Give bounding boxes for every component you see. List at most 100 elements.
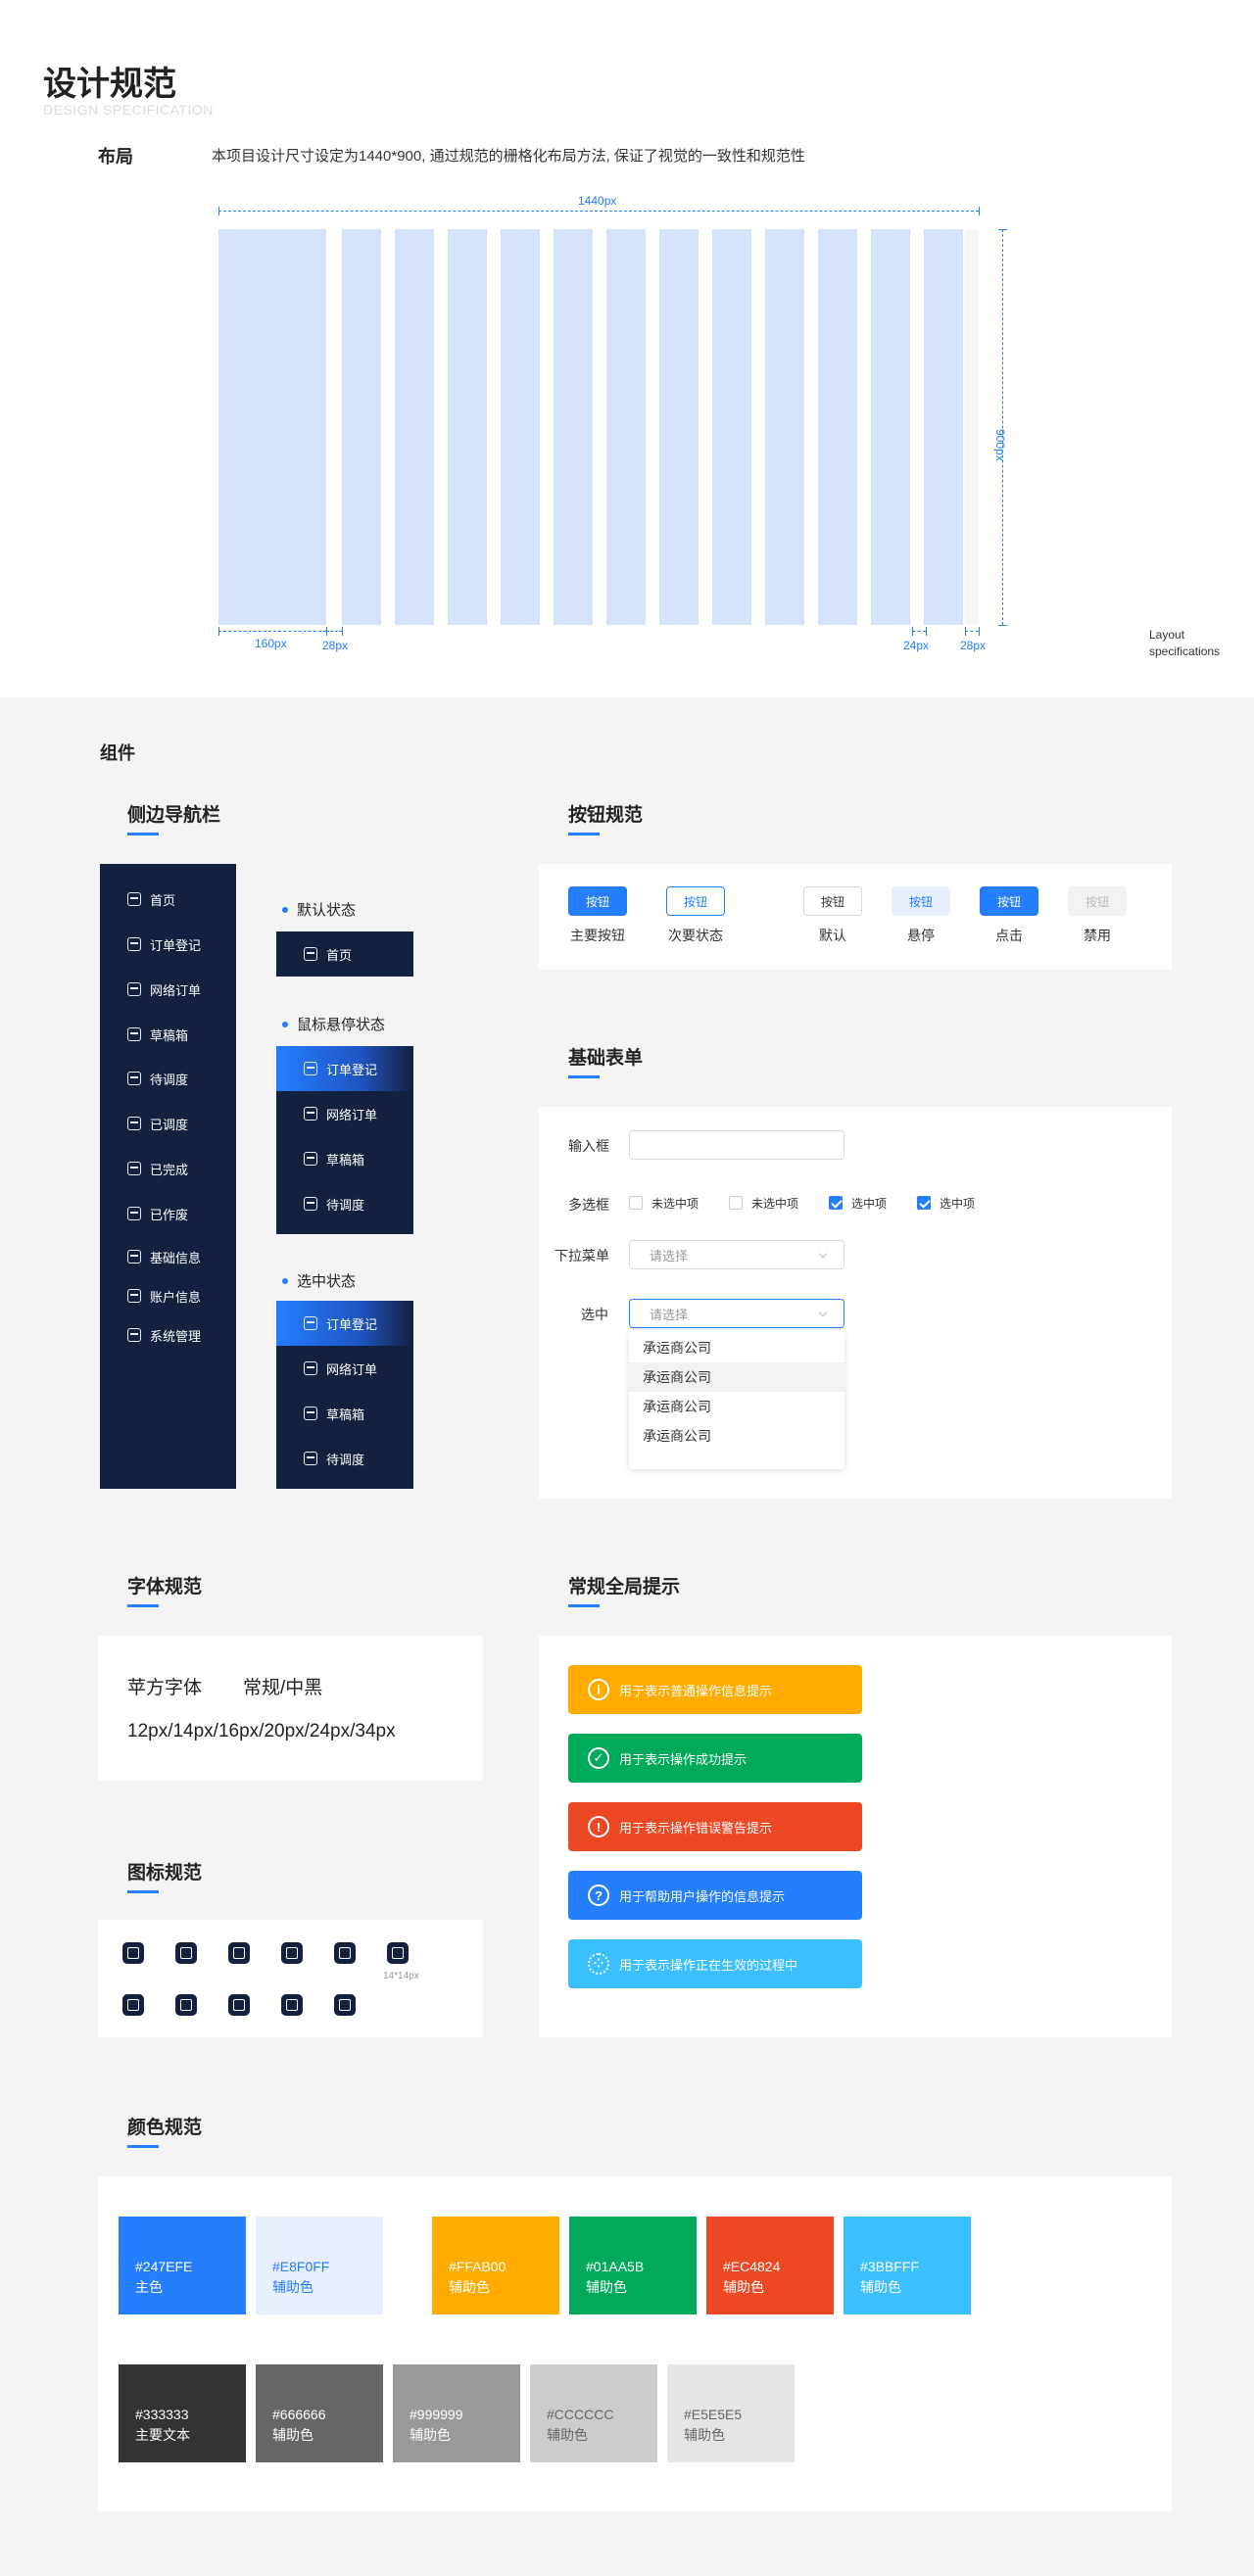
sidebar-item-label: 账户信息 [150,1289,202,1305]
sidebar-item-5[interactable]: 已调度 [127,1113,188,1134]
width-dimension-line [218,211,979,212]
layout-column [606,229,646,625]
icons-panel [98,1920,483,2037]
color-swatch: #FFAB00 辅助色 [432,2217,559,2314]
button-sample-0[interactable]: 按钮 [568,886,627,916]
select-dropdown[interactable]: 请选择 [629,1240,844,1269]
sidebar-item-label: 基础信息 [150,1250,202,1265]
toast-1: ✓ 用于表示操作成功提示 [568,1734,862,1783]
sidebar-width-label: 160px [255,637,287,650]
home-icon [127,892,141,906]
sidebar-item-label: 待调度 [150,1072,189,1087]
doc-icon [304,1107,317,1121]
hover-state-box: 订单登记 网络订单 草稿箱 待调度 [276,1046,413,1234]
dropdown-option[interactable]: 承运商公司 [629,1392,844,1421]
layout-column [342,229,381,625]
checkbox-unchecked-1[interactable] [629,1196,643,1210]
layout-note: Layout specifications [1149,628,1221,658]
text-input[interactable] [629,1130,844,1160]
toast-text: 用于表示操作正在生效的过程中 [619,1957,798,1973]
check-icon: ✓ [588,1747,609,1769]
layout-column [871,229,910,625]
sidebar-selected-item-1[interactable]: 网络订单 [276,1346,413,1391]
toast-4: ⁘ 用于表示操作正在生效的过程中 [568,1939,862,1988]
monitor-icon [387,1942,409,1964]
chevron-down-icon [818,1249,828,1259]
margin-label: 28px [960,639,987,652]
sidebar-hover-item-1[interactable]: 网络订单 [276,1091,413,1136]
sidebar-item-8[interactable]: 基础信息 [127,1246,201,1267]
sidebar-hover-item-2[interactable]: 草稿箱 [276,1136,413,1181]
home-icon [122,1942,144,1964]
layout-column [659,229,699,625]
sidebar-hover-item-0[interactable]: 订单登记 [276,1046,413,1091]
select-dropdown-open[interactable]: 请选择 [629,1299,844,1328]
button-label-2: 默认 [819,928,846,943]
toast-text: 用于帮助用户操作的信息提示 [619,1888,786,1904]
button-sample-2[interactable]: 按钮 [803,886,862,916]
checkbox-label: 多选框 [568,1197,609,1213]
sidebar-item-7[interactable]: 已作废 [127,1203,188,1224]
sidebar-item-4[interactable]: 待调度 [127,1068,188,1089]
sidebar-item-label: 订单登记 [150,937,202,953]
checkbox-checked-2[interactable] [917,1196,931,1210]
sidebar-item-10[interactable]: 系统管理 [127,1324,201,1346]
card-icon [127,1289,141,1303]
color-swatch: #01AA5B 辅助色 [569,2217,697,2314]
doc-icon [304,1062,317,1075]
button-label-5: 禁用 [1084,928,1111,943]
dropdown-option[interactable]: 承运商公司 [629,1362,844,1392]
loading-icon: ⁘ [588,1953,609,1975]
button-sample-4[interactable]: 按钮 [980,886,1038,916]
dropdown-option[interactable]: 承运商公司 [629,1333,844,1362]
dropdown-option[interactable]: 承运商公司 [629,1421,844,1451]
checkbox-checked-1[interactable] [829,1196,843,1210]
button-sample-5[interactable]: 按钮 [1068,886,1127,916]
button-label-3: 悬停 [907,928,935,943]
sidebar-item-3[interactable]: 草稿箱 [127,1024,188,1045]
toast-0: i 用于表示普通操作信息提示 [568,1665,862,1714]
color-swatch: #666666 辅助色 [256,2364,383,2462]
sidebar-item-9[interactable]: 账户信息 [127,1285,201,1307]
list-icon [304,1452,317,1465]
list-icon [334,1942,356,1964]
inbox-icon [304,1407,317,1420]
sidebar-hover-item-3[interactable]: 待调度 [276,1181,413,1226]
layout-column [924,229,963,625]
checkbox-label-1: 未选中项 [651,1197,699,1211]
icons-spec-title: 图标规范 [127,1863,203,1884]
components-label: 组件 [100,743,135,763]
layout-column [448,229,487,625]
selected-state-box: 订单登记 网络订单 草稿箱 待调度 [276,1301,413,1489]
button-label-0: 主要按钮 [570,928,625,943]
sidebar-item-label: 网络订单 [150,982,202,998]
checkbox-unchecked-2[interactable] [729,1196,743,1210]
button-sample-1[interactable]: 按钮 [666,886,725,916]
layout-column [818,229,857,625]
doc-icon [304,1316,317,1330]
height-dimension-line [1002,229,1003,625]
buttons-spec-title: 按钮规范 [568,805,644,826]
sidebar-selected-item-3[interactable]: 待调度 [276,1436,413,1481]
sidebar-item-home[interactable]: 首页 [276,931,413,977]
sidebar-selected-item-2[interactable]: 草稿箱 [276,1391,413,1436]
color-swatch: #CCCCCC 辅助色 [530,2364,657,2462]
check-doc-icon [127,1162,141,1175]
sidebar-item-0[interactable]: 首页 [127,888,175,910]
list-icon [127,1072,141,1085]
sidebar-item-6[interactable]: 已完成 [127,1158,188,1179]
icon-size-note: 14*14px [383,1971,419,1981]
sidebar-item-label: 系统管理 [150,1328,202,1344]
sidebar-item-1[interactable]: 订单登记 [127,933,201,955]
button-sample-3[interactable]: 按钮 [892,886,950,916]
fonts-panel [98,1636,483,1781]
sidebar-selected-item-0[interactable]: 订单登记 [276,1301,413,1346]
layout-column [554,229,593,625]
sidebar-item-2[interactable]: 网络订单 [127,978,201,1000]
gap-label: 24px [903,639,930,652]
doc-icon [228,1942,250,1964]
doc-icon [127,982,141,996]
checkbox-label-4: 选中项 [940,1197,976,1211]
sidebar-item-label: 已作废 [150,1207,189,1222]
doc-icon [304,1361,317,1375]
